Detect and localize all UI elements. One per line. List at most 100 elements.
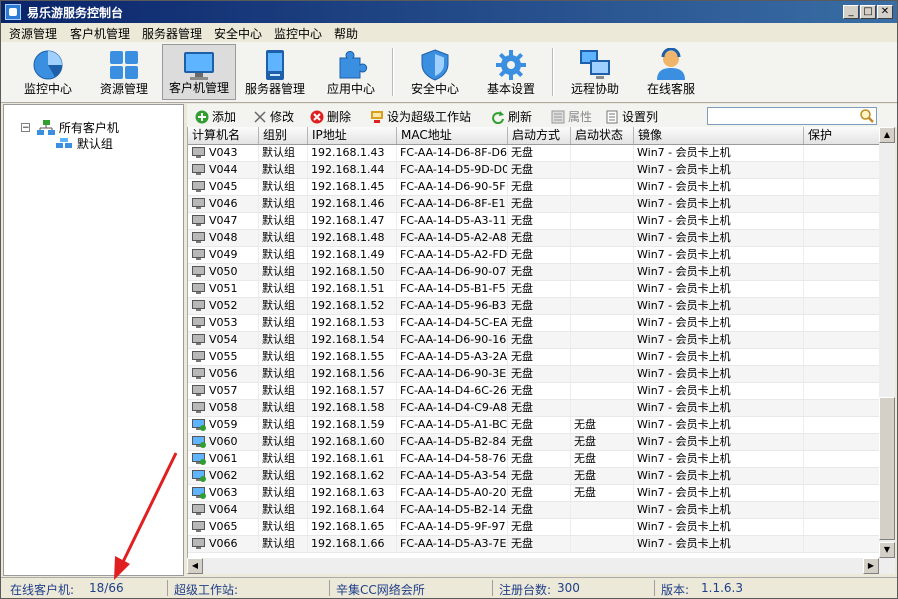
menu-security[interactable]: 安全中心 [214,25,262,42]
vertical-scrollbar[interactable]: ▲ ▼ [879,127,895,558]
tree-collapse-toggle[interactable]: − [21,123,30,133]
tree-node-default-group[interactable]: 默认组 [55,135,113,152]
menu-resource[interactable]: 资源管理 [9,25,57,42]
table-row[interactable]: V065 默认组 192.168.1.65 FC-AA-14-D5-9F-97 无盘 Wi… [188,519,880,536]
search-input[interactable] [707,107,877,125]
properties-button[interactable]: 属性 [551,108,592,125]
cell-image: Win7 - 会员卡上机 [634,281,804,297]
cell-mac: FC-AA-14-D6-90-3E [397,366,508,382]
column-header-boot-state[interactable]: 启动状态 [571,127,634,144]
table-row[interactable]: V058 默认组 192.168.1.58 FC-AA-14-D4-C9-A8 无盘 Wi… [188,400,880,417]
horizontal-scrollbar[interactable]: ◀ ▶ [187,558,895,574]
table-row[interactable]: V060 默认组 192.168.1.60 FC-AA-14-D5-B2-84 无盘 无盘… [188,434,880,451]
minimize-button[interactable]: _ [843,5,859,19]
cell-ip: 192.168.1.46 [308,196,397,212]
tree-node-all-clients[interactable]: 所有客户机 [37,119,119,136]
column-header-name[interactable]: 计算机名 [188,127,259,144]
scroll-right-button[interactable]: ▶ [863,558,879,574]
cell-protect [804,400,880,416]
scroll-up-button[interactable]: ▲ [879,127,895,143]
title-bar[interactable]: 易乐游服务控制台 _ □ ✕ [1,1,897,23]
shield-icon [421,49,449,81]
cell-mac: FC-AA-14-D5-A3-2A [397,349,508,365]
offline-computer-icon [192,385,205,396]
table-row[interactable]: V055 默认组 192.168.1.55 FC-AA-14-D5-A3-2A 无盘 Wi… [188,349,880,366]
cell-protect [804,196,880,212]
table-row[interactable]: V043 默认组 192.168.1.43 FC-AA-14-D6-8F-D6 无盘 Wi… [188,145,880,162]
table-row[interactable]: V044 默认组 192.168.1.44 FC-AA-14-D5-9D-D0 无盘 Wi… [188,162,880,179]
monitor-icon [184,52,214,80]
cell-ip: 192.168.1.54 [308,332,397,348]
table-row[interactable]: V049 默认组 192.168.1.49 FC-AA-14-D5-A2-FD 无盘 Wi… [188,247,880,264]
cell-image: Win7 - 会员卡上机 [634,383,804,399]
menu-server[interactable]: 服务器管理 [142,25,202,42]
cell-protect [804,451,880,467]
close-button[interactable]: ✕ [877,5,893,19]
menu-monitor[interactable]: 监控中心 [274,25,322,42]
menu-help[interactable]: 帮助 [334,25,358,42]
refresh-button[interactable]: 刷新 [491,108,532,125]
cell-boot-state [571,502,634,518]
cell-group: 默认组 [259,247,308,263]
column-header-protect[interactable]: 保护 [804,127,880,144]
table-row[interactable]: V046 默认组 192.168.1.46 FC-AA-14-D6-8F-E1 无盘 Wi… [188,196,880,213]
toolbar-support-button[interactable]: 在线客服 [634,44,708,100]
scroll-down-button[interactable]: ▼ [879,542,895,558]
column-header-boot-mode[interactable]: 启动方式 [508,127,571,144]
toolbar-monitor-button[interactable]: 监控中心 [11,44,85,100]
table-row[interactable]: V052 默认组 192.168.1.52 FC-AA-14-D5-96-B3 无盘 Wi… [188,298,880,315]
cell-ip: 192.168.1.59 [308,417,397,433]
cell-group: 默认组 [259,315,308,331]
set-super-workstation-button[interactable]: 设为超级工作站 [370,108,471,125]
cell-protect [804,315,880,331]
cell-group: 默认组 [259,298,308,314]
table-row[interactable]: V066 默认组 192.168.1.66 FC-AA-14-D5-A3-7E 无盘 Wi… [188,536,880,553]
cell-boot-state [571,162,634,178]
table-row[interactable]: V061 默认组 192.168.1.61 FC-AA-14-D4-58-76 无盘 无盘… [188,451,880,468]
cell-group: 默认组 [259,468,308,484]
table-row[interactable]: V047 默认组 192.168.1.47 FC-AA-14-D5-A3-11 无盘 Wi… [188,213,880,230]
offline-computer-icon [192,538,205,549]
online-computer-icon [192,419,206,431]
edit-button[interactable]: 修改 [253,108,294,125]
toolbar-settings-button[interactable]: 基本设置 [474,44,548,100]
toolbar-app-button[interactable]: 应用中心 [314,44,388,100]
menu-client[interactable]: 客户机管理 [70,25,130,42]
column-header-image[interactable]: 镜像 [634,127,804,144]
cell-boot-mode: 无盘 [508,451,571,467]
table-row[interactable]: V048 默认组 192.168.1.48 FC-AA-14-D5-A2-A8 无盘 Wi… [188,230,880,247]
toolbar-client-button[interactable]: 客户机管理 [162,44,236,100]
delete-button[interactable]: 删除 [310,108,351,125]
table-row[interactable]: V063 默认组 192.168.1.63 FC-AA-14-D5-A0-20 无盘 无盘… [188,485,880,502]
table-row[interactable]: V059 默认组 192.168.1.59 FC-AA-14-D5-A1-BC 无盘 无盘… [188,417,880,434]
toolbar-remote-button[interactable]: 远程协助 [558,44,632,100]
table-row[interactable]: V064 默认组 192.168.1.64 FC-AA-14-D5-B2-14 无盘 Wi… [188,502,880,519]
table-row[interactable]: V062 默认组 192.168.1.62 FC-AA-14-D5-A3-54 无盘 无盘… [188,468,880,485]
toolbar-security-button[interactable]: 安全中心 [398,44,472,100]
grid-tiles-icon [110,51,138,79]
table-row[interactable]: V050 默认组 192.168.1.50 FC-AA-14-D6-90-07 无盘 Wi… [188,264,880,281]
column-header-group[interactable]: 组别 [259,127,308,144]
scroll-left-button[interactable]: ◀ [187,558,203,574]
toolbar-server-button[interactable]: 服务器管理 [238,44,312,100]
column-header-mac[interactable]: MAC地址 [397,127,508,144]
toolbar-resource-button[interactable]: 资源管理 [87,44,161,100]
cell-protect [804,485,880,501]
table-row[interactable]: V045 默认组 192.168.1.45 FC-AA-14-D6-90-5F 无盘 Wi… [188,179,880,196]
table-row[interactable]: V056 默认组 192.168.1.56 FC-AA-14-D6-90-3E 无盘 Wi… [188,366,880,383]
cell-ip: 192.168.1.48 [308,230,397,246]
column-header-ip[interactable]: IP地址 [308,127,397,144]
properties-icon [551,110,565,124]
scroll-thumb[interactable] [879,397,895,540]
table-row[interactable]: V053 默认组 192.168.1.53 FC-AA-14-D4-5C-EA 无盘 Wi… [188,315,880,332]
cell-ip: 192.168.1.45 [308,179,397,195]
table-row[interactable]: V051 默认组 192.168.1.51 FC-AA-14-D5-B1-F5 无盘 Wi… [188,281,880,298]
table-row[interactable]: V057 默认组 192.168.1.57 FC-AA-14-D4-6C-26 无盘 Wi… [188,383,880,400]
cell-group: 默认组 [259,434,308,450]
maximize-button[interactable]: □ [860,5,876,19]
cell-boot-mode: 无盘 [508,502,571,518]
cell-mac: FC-AA-14-D6-90-07 [397,264,508,280]
set-columns-button[interactable]: 设置列 [605,108,658,125]
table-row[interactable]: V054 默认组 192.168.1.54 FC-AA-14-D6-90-16 无盘 Wi… [188,332,880,349]
add-button[interactable]: 添加 [195,108,236,125]
